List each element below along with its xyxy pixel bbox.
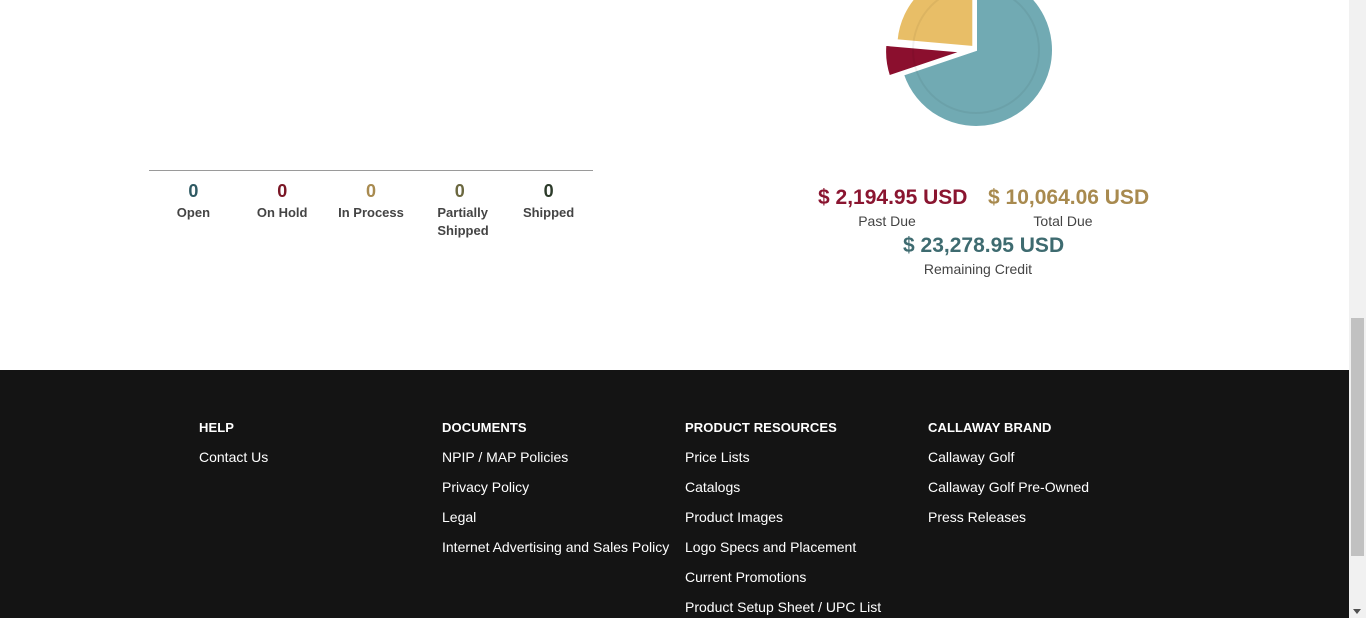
footer-link-list: NPIP / MAP Policies Privacy Policy Legal… (442, 448, 669, 568)
footer-link-price-lists[interactable]: Price Lists (685, 448, 750, 466)
status-label: Open (176, 205, 211, 220)
pie-svg (884, 0, 1054, 128)
footer-link-product-setup-sheet[interactable]: Product Setup Sheet / UPC List (685, 598, 881, 616)
scroll-down-arrow-icon[interactable] (1353, 609, 1361, 614)
footer-heading: CALLAWAY BRAND (928, 420, 1052, 435)
footer-heading: HELP (199, 420, 235, 435)
footer-column-documents: DOCUMENTS NPIP / MAP Policies Privacy Po… (442, 420, 669, 568)
total-due-label: Total Due (1033, 213, 1093, 229)
footer-link-privacy-policy[interactable]: Privacy Policy (442, 478, 529, 496)
footer-link-legal[interactable]: Legal (442, 508, 476, 526)
pie-slice-total-due (895, 0, 975, 49)
site-footer: HELP Contact Us DOCUMENTS NPIP / MAP Pol… (0, 370, 1349, 618)
footer-link-catalogs[interactable]: Catalogs (685, 478, 740, 496)
footer-link-callaway-golf[interactable]: Callaway Golf (928, 448, 1014, 466)
page-scrollbar[interactable] (1349, 0, 1366, 618)
footer-link-current-promotions[interactable]: Current Promotions (685, 568, 806, 586)
past-due-label: Past Due (858, 213, 916, 229)
footer-column-product-resources: PRODUCT RESOURCES Price Lists Catalogs P… (685, 420, 881, 618)
status-label: On Hold (256, 205, 308, 220)
footer-heading: PRODUCT RESOURCES (685, 420, 837, 435)
status-count: 0 (365, 181, 376, 201)
status-count: 0 (543, 181, 554, 201)
footer-column-callaway-brand: CALLAWAY BRAND Callaway Golf Callaway Go… (928, 420, 1089, 538)
status-count: 0 (454, 181, 465, 201)
status-open[interactable]: 0 Open (149, 171, 238, 240)
footer-link-list: Contact Us (199, 448, 268, 478)
total-due-amount: $ 10,064.06 USD (988, 186, 1150, 209)
footer-heading: DOCUMENTS (442, 420, 527, 435)
scrollbar-thumb[interactable] (1351, 318, 1364, 556)
footer-link-list: Price Lists Catalogs Product Images Logo… (685, 448, 881, 618)
order-status-summary: 0 Open 0 On Hold 0 In Process 0 Partiall… (149, 170, 593, 240)
status-count: 0 (277, 181, 288, 201)
remaining-credit-label: Remaining Credit (923, 261, 1033, 277)
status-label: Shipped (522, 205, 575, 220)
footer-link-product-images[interactable]: Product Images (685, 508, 783, 526)
footer-link-callaway-pre-owned[interactable]: Callaway Golf Pre-Owned (928, 478, 1089, 496)
status-partially-shipped[interactable]: 0 Partially Shipped (415, 171, 504, 240)
credit-pie-chart (870, 0, 1070, 135)
status-label: Partially Shipped (437, 205, 489, 238)
footer-link-internet-advertising[interactable]: Internet Advertising and Sales Policy (442, 538, 669, 556)
footer-link-list: Callaway Golf Callaway Golf Pre-Owned Pr… (928, 448, 1089, 538)
footer-link-press-releases[interactable]: Press Releases (928, 508, 1026, 526)
status-count: 0 (188, 181, 199, 201)
past-due-amount: $ 2,194.95 USD (818, 186, 968, 209)
footer-link-logo-specs[interactable]: Logo Specs and Placement (685, 538, 856, 556)
status-in-process[interactable]: 0 In Process (327, 171, 416, 240)
footer-column-help: HELP Contact Us (199, 420, 268, 478)
footer-link-npip-map-policies[interactable]: NPIP / MAP Policies (442, 448, 568, 466)
status-shipped[interactable]: 0 Shipped (504, 171, 593, 240)
status-on-hold[interactable]: 0 On Hold (238, 171, 327, 240)
dashboard-content: 0 Open 0 On Hold 0 In Process 0 Partiall… (0, 0, 1349, 370)
remaining-credit-amount: $ 23,278.95 USD (903, 234, 1065, 257)
status-label: In Process (338, 205, 404, 220)
footer-link-contact-us[interactable]: Contact Us (199, 448, 268, 466)
